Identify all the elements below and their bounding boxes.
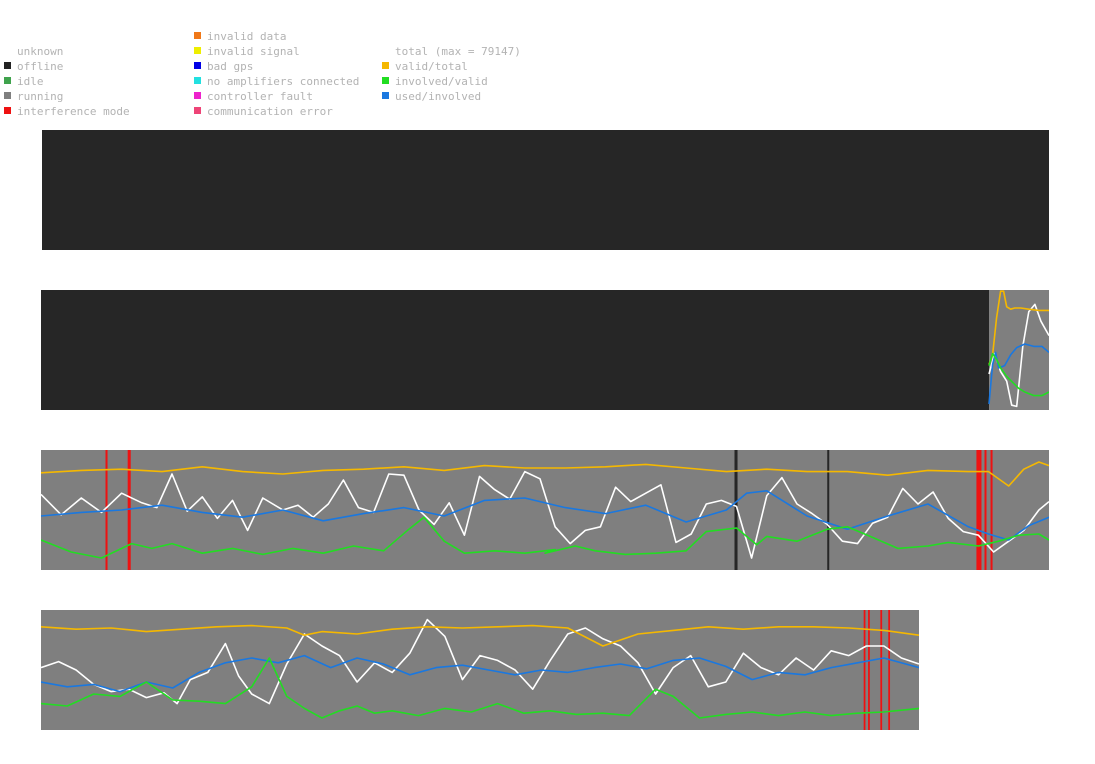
legend-label: invalid data bbox=[207, 30, 287, 43]
legend-swatch bbox=[4, 77, 11, 84]
legend-swatch bbox=[194, 32, 201, 39]
legend-label: involved/valid bbox=[395, 75, 488, 88]
legend-label: invalid signal bbox=[207, 45, 300, 58]
legend-swatch bbox=[4, 107, 11, 114]
state-segment-offline bbox=[41, 290, 990, 410]
legend-label: used/involved bbox=[395, 90, 482, 103]
strip-chart-3 bbox=[41, 450, 1049, 570]
legend-swatch bbox=[382, 62, 389, 69]
legend-swatch bbox=[194, 92, 201, 99]
legend-label: no amplifiers connected bbox=[207, 75, 360, 88]
legend-swatch bbox=[4, 92, 11, 99]
interference-mark bbox=[105, 450, 108, 570]
legend-swatch bbox=[382, 77, 389, 84]
interference-mark bbox=[976, 450, 982, 570]
interference-mark bbox=[984, 450, 987, 570]
legend-label: interference mode bbox=[17, 105, 130, 118]
legend-label: valid/total bbox=[395, 60, 468, 73]
state-segment-offline bbox=[42, 130, 1049, 250]
legend-swatch bbox=[194, 77, 201, 84]
legend-swatch bbox=[4, 62, 11, 69]
legend-swatch bbox=[382, 92, 389, 99]
legend-label: idle bbox=[17, 75, 44, 88]
legend-label: running bbox=[17, 90, 64, 103]
strip-chart-1 bbox=[42, 130, 1049, 250]
legend-label: bad gps bbox=[207, 60, 254, 73]
legend-label: unknown bbox=[17, 45, 64, 58]
legend-swatch bbox=[194, 62, 201, 69]
legend-label: controller fault bbox=[207, 90, 313, 103]
legend-label: communication error bbox=[207, 105, 333, 118]
legend-label: total (max = 79147) bbox=[395, 45, 521, 58]
legend-swatch bbox=[194, 47, 201, 54]
strip-chart-4 bbox=[41, 610, 919, 730]
offline-mark bbox=[827, 450, 830, 570]
interference-mark bbox=[990, 450, 993, 570]
strip-chart-2 bbox=[41, 290, 1049, 410]
legend-label: offline bbox=[17, 60, 64, 73]
interference-mark bbox=[863, 610, 866, 730]
legend-swatch bbox=[194, 107, 201, 114]
